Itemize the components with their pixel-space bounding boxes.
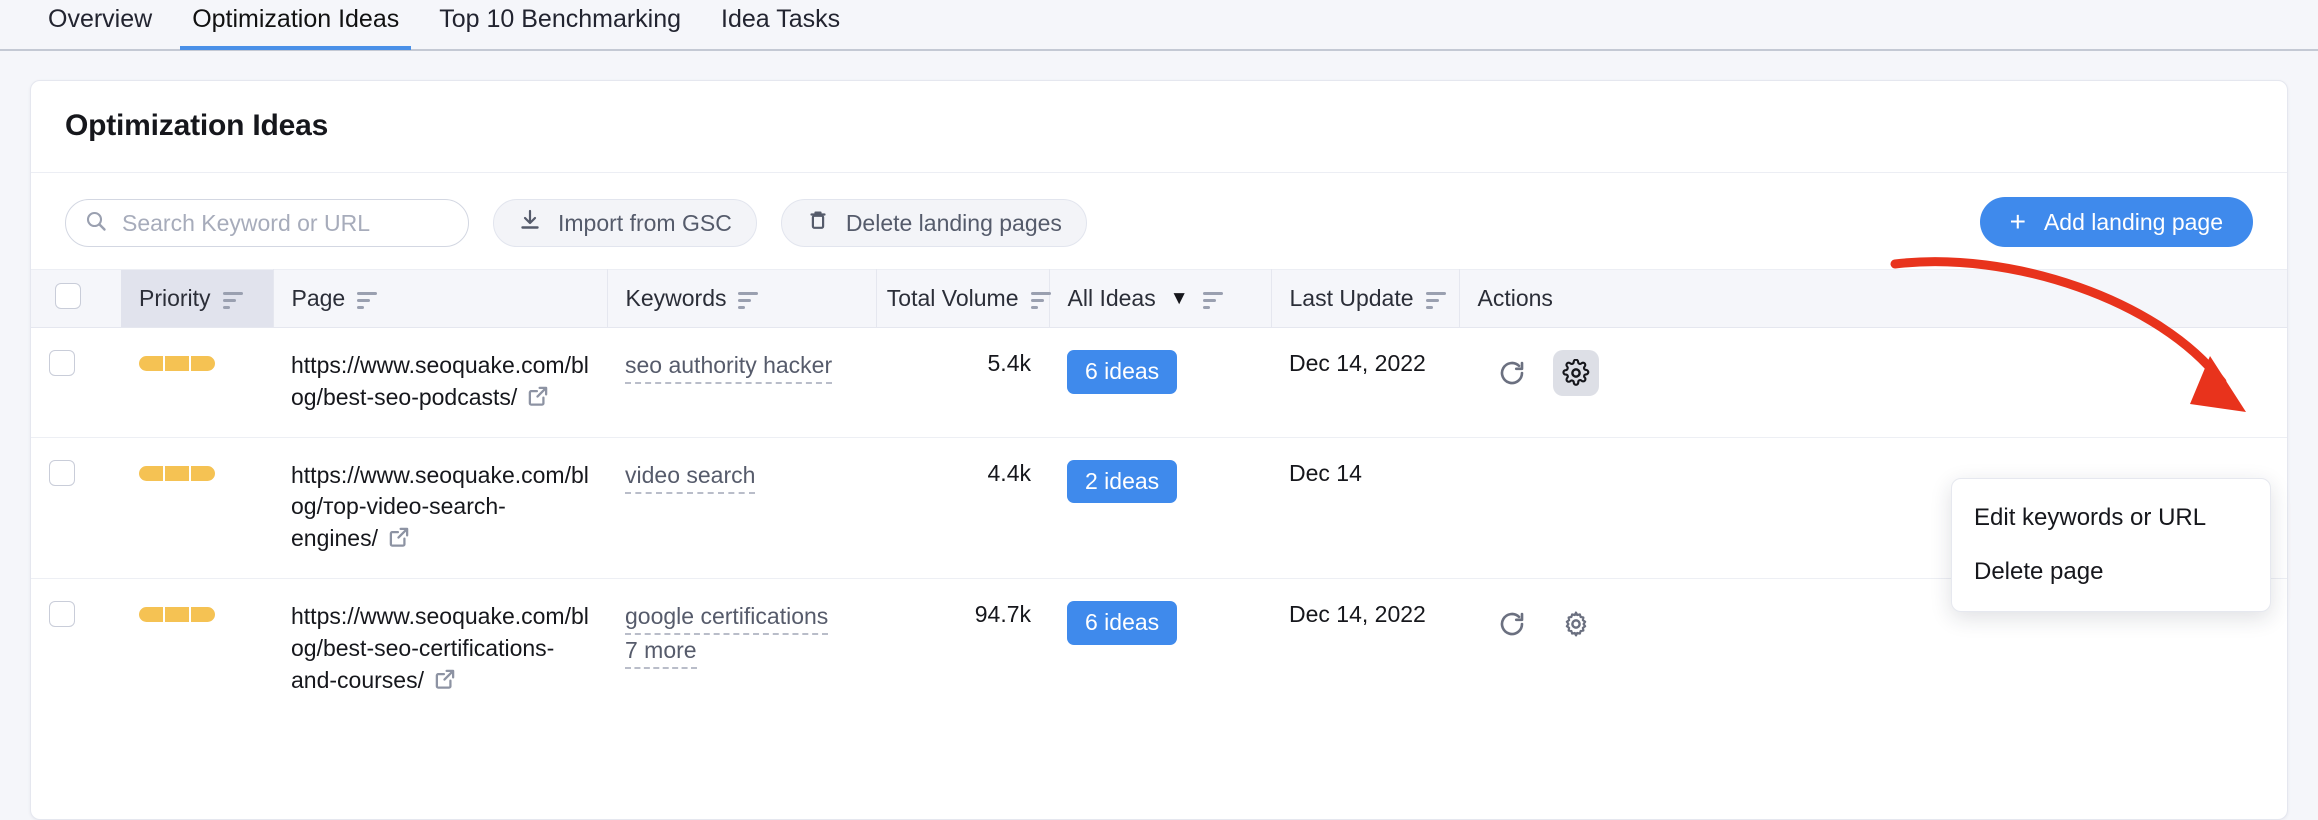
keyword-link[interactable]: seo authority hacker	[625, 350, 833, 384]
column-header-keywords[interactable]: Keywords	[607, 269, 877, 328]
sort-icon[interactable]	[1202, 289, 1225, 309]
row-checkbox[interactable]	[49, 459, 75, 486]
total-volume-cell: 94.7k	[876, 578, 1049, 720]
keywords-cell: video search	[607, 437, 876, 580]
keyword-more-link[interactable]: 7 more	[625, 635, 697, 669]
ideas-badge[interactable]: 2 ideas	[1067, 459, 1178, 504]
refresh-icon[interactable]	[1489, 601, 1535, 647]
sort-icon[interactable]	[1425, 289, 1448, 309]
row-select-cell	[31, 327, 121, 438]
ideas-cell: 6 ideas	[1049, 327, 1271, 438]
add-landing-page-label: Add landing page	[2043, 208, 2223, 235]
last-update-cell: Dec 14	[1271, 437, 1459, 580]
download-icon	[518, 208, 542, 238]
delete-landing-pages-button[interactable]: Delete landing pages	[780, 199, 1087, 247]
page-cell: https://www.seoquake.com/blog/best-seo-c…	[273, 578, 607, 720]
total-volume-cell: 4.4k	[876, 437, 1049, 580]
external-link-icon[interactable]	[386, 524, 412, 556]
column-header-priority-label: Priority	[139, 285, 211, 311]
import-from-gsc-label: Import from GSC	[558, 209, 732, 236]
row-select-cell	[31, 578, 121, 720]
table-row: https://www.seoquake.com/blog/best-seo-p…	[31, 327, 2287, 438]
keywords-cell: google certifications 7 more	[607, 578, 876, 720]
plus-icon: +	[2009, 206, 2026, 237]
page-cell: https://www.seoquake.com/blog/best-seo-p…	[273, 327, 607, 438]
table-header-row: Priority Page Keywords Total Volume All …	[31, 269, 2287, 328]
ideas-badge[interactable]: 6 ideas	[1067, 601, 1178, 645]
menu-item-delete-page[interactable]: Delete page	[1952, 545, 2270, 599]
chevron-down-icon[interactable]: ▼	[1170, 288, 1189, 310]
sort-icon[interactable]	[222, 289, 245, 309]
search-icon	[84, 209, 108, 238]
table-toolbar: Import from GSC Delete landing pages + A…	[31, 173, 2287, 269]
main-tab-bar: Overview Optimization Ideas Top 10 Bench…	[0, 0, 2318, 51]
column-header-actions-label: Actions	[1477, 285, 1553, 311]
column-header-page-label: Page	[291, 285, 346, 311]
keyword-link[interactable]: google certifications	[625, 601, 829, 636]
last-update-cell: Dec 14, 2022	[1271, 578, 1459, 720]
column-header-priority[interactable]: Priority	[121, 269, 274, 328]
gear-icon[interactable]	[1553, 601, 1599, 647]
page-url[interactable]: https://www.seoquake.com/blog/тор-video-…	[291, 462, 589, 551]
page-actions-context-menu: Edit keywords or URL Delete page	[1951, 478, 2271, 612]
tab-optimization-ideas[interactable]: Optimization Ideas	[172, 0, 419, 50]
trash-icon	[806, 208, 830, 238]
external-link-icon[interactable]	[432, 666, 458, 698]
select-all-checkbox[interactable]	[55, 282, 81, 309]
column-header-page[interactable]: Page	[273, 269, 608, 328]
optimization-ideas-table: Priority Page Keywords Total Volume All …	[31, 269, 2287, 720]
search-field-wrapper[interactable]	[65, 199, 469, 247]
page-title: Optimization Ideas	[65, 109, 329, 142]
column-header-all-ideas-label: All Ideas	[1067, 285, 1156, 311]
column-header-all-ideas[interactable]: All Ideas ▼	[1049, 269, 1272, 328]
external-link-icon[interactable]	[525, 383, 551, 415]
total-volume-cell: 5.4k	[876, 327, 1049, 438]
row-checkbox[interactable]	[49, 350, 75, 376]
table-row: https://www.seoquake.com/blog/best-seo-c…	[31, 578, 2287, 720]
delete-landing-pages-label: Delete landing pages	[845, 209, 1062, 236]
actions-cell	[1459, 327, 2287, 438]
tab-top-10-benchmarking[interactable]: Top 10 Benchmarking	[419, 0, 701, 50]
row-select-cell	[31, 437, 121, 580]
keywords-cell: seo authority hacker	[607, 327, 876, 438]
optimization-ideas-card: Optimization Ideas Import from GSC	[30, 80, 2288, 820]
menu-item-edit-keywords-or-url[interactable]: Edit keywords or URL	[1952, 491, 2270, 545]
priority-cell	[121, 327, 273, 438]
last-update-cell: Dec 14, 2022	[1271, 327, 1459, 438]
keyword-link[interactable]: video search	[625, 460, 756, 494]
priority-bar	[139, 465, 215, 481]
ideas-cell: 6 ideas	[1049, 578, 1271, 720]
table-row: https://www.seoquake.com/blog/тор-video-…	[31, 437, 2287, 580]
add-landing-page-button[interactable]: + Add landing page	[1979, 197, 2253, 247]
tab-overview[interactable]: Overview	[28, 0, 172, 50]
column-header-total-volume-label: Total Volume	[886, 285, 1019, 311]
column-header-last-update-label: Last Update	[1289, 285, 1414, 311]
priority-cell	[121, 578, 273, 720]
column-header-total-volume[interactable]: Total Volume	[876, 269, 1051, 328]
gear-icon[interactable]	[1553, 350, 1599, 396]
priority-bar	[139, 356, 215, 371]
ideas-badge[interactable]: 6 ideas	[1067, 350, 1178, 394]
refresh-icon[interactable]	[1489, 350, 1535, 396]
ideas-cell: 2 ideas	[1049, 437, 1271, 580]
column-header-keywords-label: Keywords	[625, 285, 727, 311]
priority-cell	[121, 437, 273, 580]
column-header-actions: Actions	[1459, 269, 2287, 328]
tab-idea-tasks[interactable]: Idea Tasks	[701, 0, 860, 50]
page-cell: https://www.seoquake.com/blog/тор-video-…	[273, 437, 607, 580]
sort-icon[interactable]	[357, 289, 379, 309]
priority-bar	[139, 607, 215, 623]
sort-icon[interactable]	[738, 289, 760, 309]
row-checkbox[interactable]	[49, 601, 75, 628]
select-all-header	[31, 269, 121, 328]
search-input[interactable]	[122, 209, 450, 237]
import-from-gsc-button[interactable]: Import from GSC	[493, 199, 757, 247]
column-header-last-update[interactable]: Last Update	[1271, 269, 1460, 328]
